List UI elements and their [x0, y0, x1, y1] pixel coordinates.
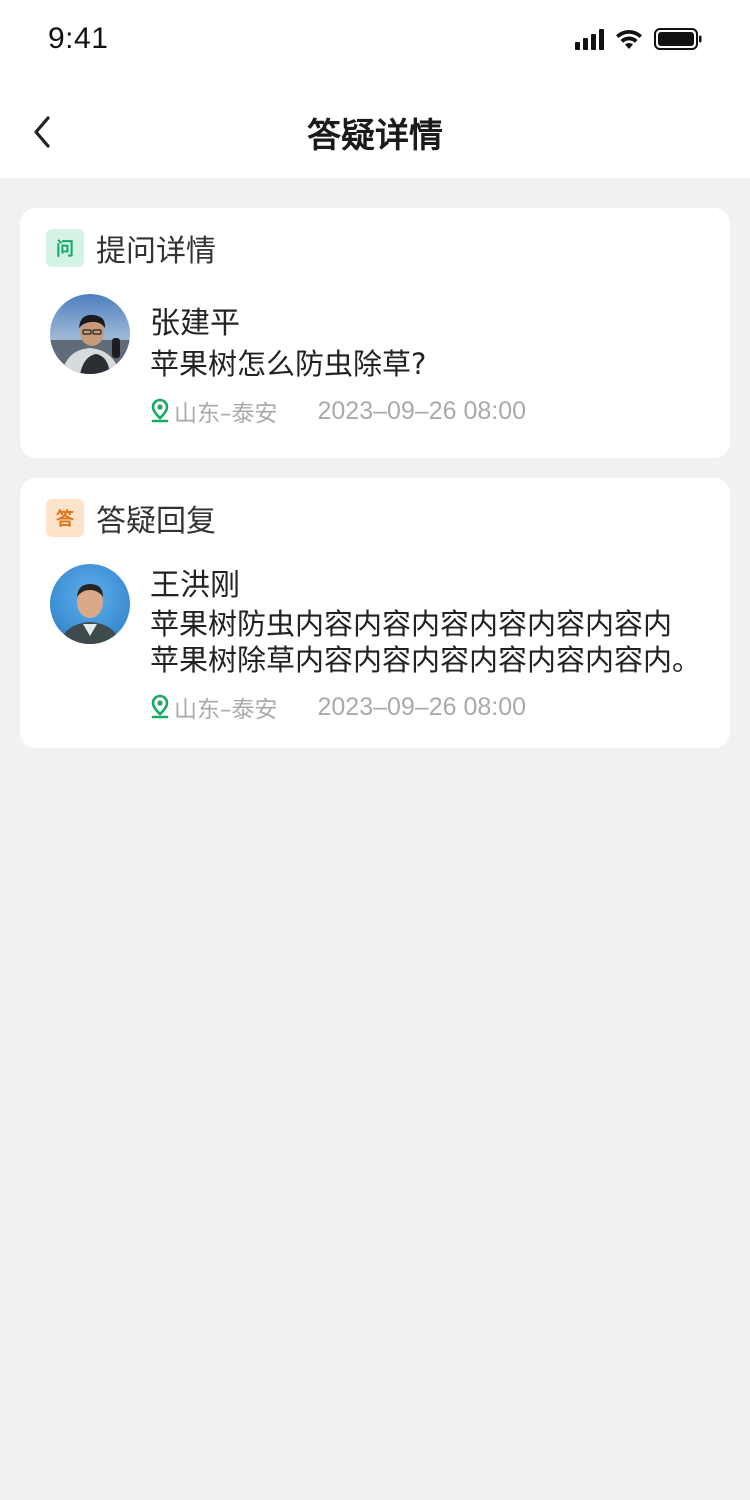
answer-tag: 答 — [46, 499, 84, 537]
wifi-icon — [614, 27, 644, 51]
answer-content-line: 苹果树防虫内容内容内容内容内容内容内 — [150, 607, 673, 641]
question-meta: 山东–泰安 2023–09–26 08:00 — [150, 394, 526, 428]
question-user-name: 张建平 — [150, 306, 240, 341]
signal-icon — [575, 28, 604, 50]
status-bar: 9:41 — [0, 0, 750, 80]
answer-content-line: 苹果树除草内容内容内容内容内容内容内。 — [150, 643, 702, 677]
status-icons — [575, 26, 702, 52]
avatar[interactable] — [50, 294, 130, 374]
question-tag: 问 — [46, 229, 84, 267]
location-pin-icon — [151, 398, 169, 423]
answer-meta: 山东–泰安 2023–09–26 08:00 — [150, 690, 526, 724]
question-location: 山东–泰安 — [174, 401, 278, 427]
question-card: 问 提问详情 张建平 苹果树怎么防虫除草? 山东–泰安 2023–09–26 0… — [20, 208, 730, 458]
avatar[interactable] — [50, 564, 130, 644]
location-pin-icon — [151, 694, 169, 719]
answer-location: 山东–泰安 — [174, 697, 278, 723]
status-time: 9:41 — [48, 22, 109, 55]
answer-card-header: 答 答疑回复 — [46, 498, 216, 539]
answer-user-name: 王洪刚 — [150, 568, 240, 603]
question-card-header: 问 提问详情 — [46, 228, 216, 269]
battery-icon — [654, 27, 702, 51]
page-title: 答疑详情 — [307, 116, 443, 156]
question-time: 2023–09–26 08:00 — [317, 396, 527, 425]
answer-card: 答 答疑回复 王洪刚 苹果树防虫内容内容内容内容内容内容内 苹果树除草内容内容内… — [20, 478, 730, 748]
question-section-title: 提问详情 — [96, 234, 216, 269]
answer-time: 2023–09–26 08:00 — [317, 692, 527, 721]
question-content: 苹果树怎么防虫除草? — [150, 347, 427, 381]
answer-content: 苹果树防虫内容内容内容内容内容内容内 苹果树除草内容内容内容内容内容内容内。 — [150, 606, 720, 678]
navigation-bar: 答疑详情 — [0, 80, 750, 178]
answer-section-title: 答疑回复 — [96, 504, 216, 539]
